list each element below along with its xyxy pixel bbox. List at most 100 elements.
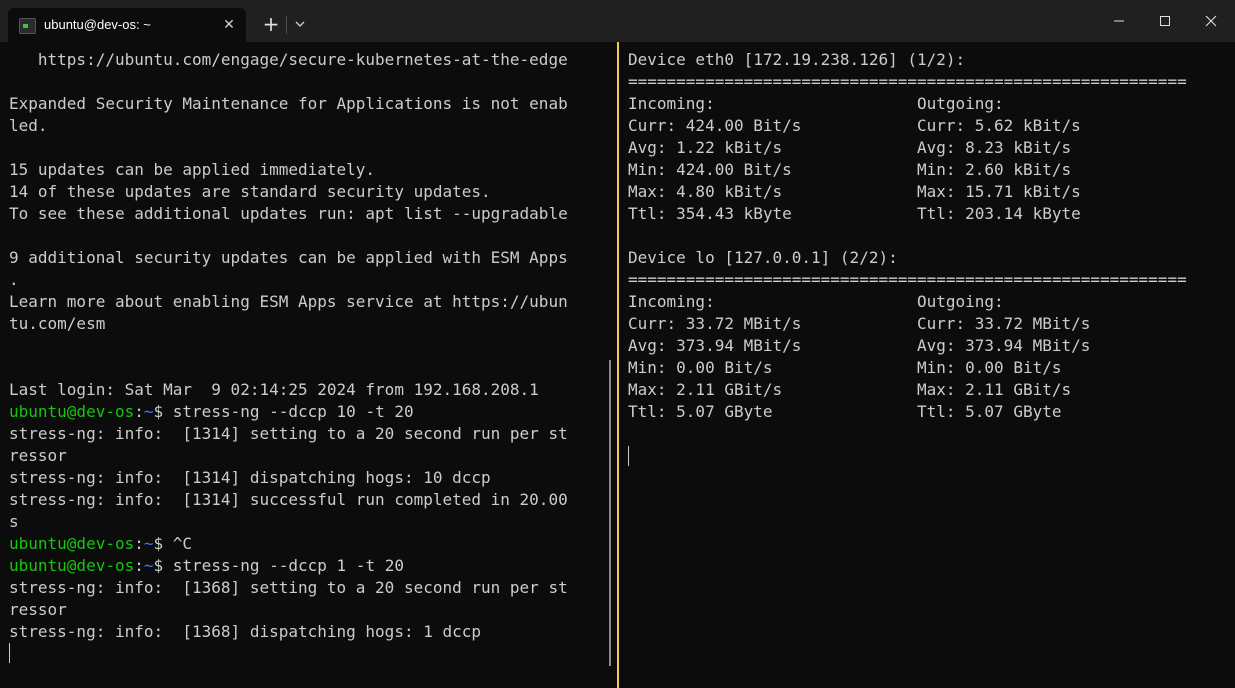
tab-terminal[interactable]: ubuntu@dev-os: ~ ✕: [8, 8, 246, 42]
terminal-line: 15 updates can be applied immediately.: [9, 159, 568, 181]
terminal-text: Device eth0 [172.19.238.126] (1/2):: [628, 50, 966, 69]
terminal-text: led.: [9, 116, 48, 135]
tab-close-icon[interactable]: ✕: [218, 14, 240, 36]
maximize-button[interactable]: [1142, 0, 1188, 42]
terminal-line: Ttl: 5.07 GByte Ttl: 5.07 GByte: [628, 401, 1187, 423]
terminal-line: tu.com/esm: [9, 313, 568, 335]
terminal-text: stress-ng: info: [1314] setting to a 20 …: [9, 424, 568, 443]
terminal-line: Incoming: Outgoing:: [628, 291, 1187, 313]
terminal-text: Max: 2.11 GBit/s Max: 2.11 GBit/s: [628, 380, 1072, 399]
terminal-output-right: Device eth0 [172.19.238.126] (1/2): =====…: [628, 49, 1187, 423]
prompt-path: ~: [143, 534, 154, 553]
terminal-line: 9 additional security updates can be app…: [9, 247, 568, 269]
prompt-path: ~: [143, 556, 154, 575]
terminal-line: ubuntu@dev-os:~$ stress-ng --dccp 1 -t 2…: [9, 555, 568, 577]
terminal-line: stress-ng: info: [1314] setting to a 20 …: [9, 423, 568, 445]
terminal-line: ubuntu@dev-os:~$ stress-ng --dccp 10 -t …: [9, 401, 568, 423]
terminal-text: Avg: 373.94 MBit/s Avg: 373.94 MBit/s: [628, 336, 1091, 355]
terminal-text: Min: 0.00 Bit/s Min: 0.00 Bit/s: [628, 358, 1062, 377]
terminal-line: Last login: Sat Mar 9 02:14:25 2024 from…: [9, 379, 568, 401]
terminal-text: Device lo [127.0.0.1] (2/2):: [628, 248, 898, 267]
terminal-text: .: [9, 270, 19, 289]
terminal-text: Incoming: Outgoing:: [628, 94, 1004, 113]
terminal-text: stress-ng: info: [1314] dispatching hogs…: [9, 468, 491, 487]
terminal-text: $ ^C: [153, 534, 193, 553]
close-window-button[interactable]: [1188, 0, 1234, 42]
text-cursor-right: [628, 446, 629, 466]
terminal-line: ressor: [9, 599, 568, 621]
terminal-line: Device eth0 [172.19.238.126] (1/2):: [628, 49, 1187, 71]
terminal-icon: [19, 18, 36, 34]
terminal-text: $ stress-ng --dccp 10 -t 20: [153, 402, 414, 421]
terminal-line: Device lo [127.0.0.1] (2/2):: [628, 247, 1187, 269]
terminal-text: :: [134, 556, 144, 575]
tab-title: ubuntu@dev-os: ~: [44, 17, 151, 32]
terminal-line: led.: [9, 115, 568, 137]
terminal-pane-left[interactable]: https://ubuntu.com/engage/secure-kuberne…: [0, 42, 616, 688]
terminal-text: ressor: [9, 446, 67, 465]
chevron-down-icon[interactable]: [290, 14, 310, 34]
text-cursor-left: [9, 643, 10, 663]
terminal-line: stress-ng: info: [1314] successful run c…: [9, 489, 568, 511]
terminal-text: Ttl: 5.07 GByte Ttl: 5.07 GByte: [628, 402, 1062, 421]
prompt-host: ubuntu@dev-os: [9, 556, 135, 575]
terminal-line: stress-ng: info: [1314] dispatching hogs…: [9, 467, 568, 489]
title-bar[interactable]: ubuntu@dev-os: ~ ✕ +: [0, 0, 1235, 42]
terminal-line: stress-ng: info: [1368] dispatching hogs…: [9, 621, 568, 643]
terminal-text: Expanded Security Maintenance for Applic…: [9, 94, 568, 113]
terminal-text: Ttl: 354.43 kByte Ttl: 203.14 kByte: [628, 204, 1081, 223]
terminal-text: https://ubuntu.com/engage/secure-kuberne…: [9, 50, 568, 69]
terminal-line: ubuntu@dev-os:~$ ^C: [9, 533, 568, 555]
terminal-line: .: [9, 269, 568, 291]
terminal-line: Incoming: Outgoing:: [628, 93, 1187, 115]
prompt-path: ~: [143, 402, 154, 421]
terminal-line: 14 of these updates are standard securit…: [9, 181, 568, 203]
terminal-text: :: [134, 534, 144, 553]
terminal-text: s: [9, 512, 19, 531]
terminal-line: ressor: [9, 445, 568, 467]
terminal-text: Curr: 33.72 MBit/s Curr: 33.72 MBit/s: [628, 314, 1091, 333]
terminal-pane-right[interactable]: Device eth0 [172.19.238.126] (1/2): =====…: [619, 42, 1235, 688]
terminal-text: 9 additional security updates can be app…: [9, 248, 568, 267]
terminal-text: Learn more about enabling ESM Apps servi…: [9, 292, 568, 311]
prompt-host: ubuntu@dev-os: [9, 534, 135, 553]
new-tab-button[interactable]: +: [258, 12, 284, 38]
terminal-line: ========================================…: [628, 269, 1187, 291]
terminal-text: ressor: [9, 600, 67, 619]
terminal-line: Ttl: 354.43 kByte Ttl: 203.14 kByte: [628, 203, 1187, 225]
tab-separator: [286, 16, 287, 34]
terminal-line: s: [9, 511, 568, 533]
terminal-line: Curr: 33.72 MBit/s Curr: 33.72 MBit/s: [628, 313, 1187, 335]
terminal-line: To see these additional updates run: apt…: [9, 203, 568, 225]
terminal-line: Max: 4.80 kBit/s Max: 15.71 kBit/s: [628, 181, 1187, 203]
terminal-line: Expanded Security Maintenance for Applic…: [9, 93, 568, 115]
terminal-line: Max: 2.11 GBit/s Max: 2.11 GBit/s: [628, 379, 1187, 401]
terminal-output-left: https://ubuntu.com/engage/secure-kuberne…: [9, 49, 568, 643]
terminal-text: To see these additional updates run: apt…: [9, 204, 568, 223]
terminal-line: ========================================…: [628, 71, 1187, 93]
terminal-text: Curr: 424.00 Bit/s Curr: 5.62 kBit/s: [628, 116, 1081, 135]
terminal-line: Curr: 424.00 Bit/s Curr: 5.62 kBit/s: [628, 115, 1187, 137]
terminal-text: tu.com/esm: [9, 314, 106, 333]
minimize-button[interactable]: [1096, 0, 1142, 42]
terminal-line: stress-ng: info: [1368] setting to a 20 …: [9, 577, 568, 599]
terminal-line: Avg: 373.94 MBit/s Avg: 373.94 MBit/s: [628, 335, 1187, 357]
scrollbar-thumb[interactable]: [609, 360, 611, 666]
terminal-text: stress-ng: info: [1368] dispatching hogs…: [9, 622, 482, 641]
terminal-text: stress-ng: info: [1314] successful run c…: [9, 490, 568, 509]
terminal-line: Min: 424.00 Bit/s Min: 2.60 kBit/s: [628, 159, 1187, 181]
terminal-text: Min: 424.00 Bit/s Min: 2.60 kBit/s: [628, 160, 1072, 179]
terminal-text: stress-ng: info: [1368] setting to a 20 …: [9, 578, 568, 597]
terminal-text: :: [134, 402, 144, 421]
terminal-text: Avg: 1.22 kBit/s Avg: 8.23 kBit/s: [628, 138, 1072, 157]
terminal-line: https://ubuntu.com/engage/secure-kuberne…: [9, 49, 568, 71]
terminal-text: Max: 4.80 kBit/s Max: 15.71 kBit/s: [628, 182, 1081, 201]
terminal-text: Last login: Sat Mar 9 02:14:25 2024 from…: [9, 380, 539, 399]
terminal-text: ========================================…: [628, 72, 1187, 91]
